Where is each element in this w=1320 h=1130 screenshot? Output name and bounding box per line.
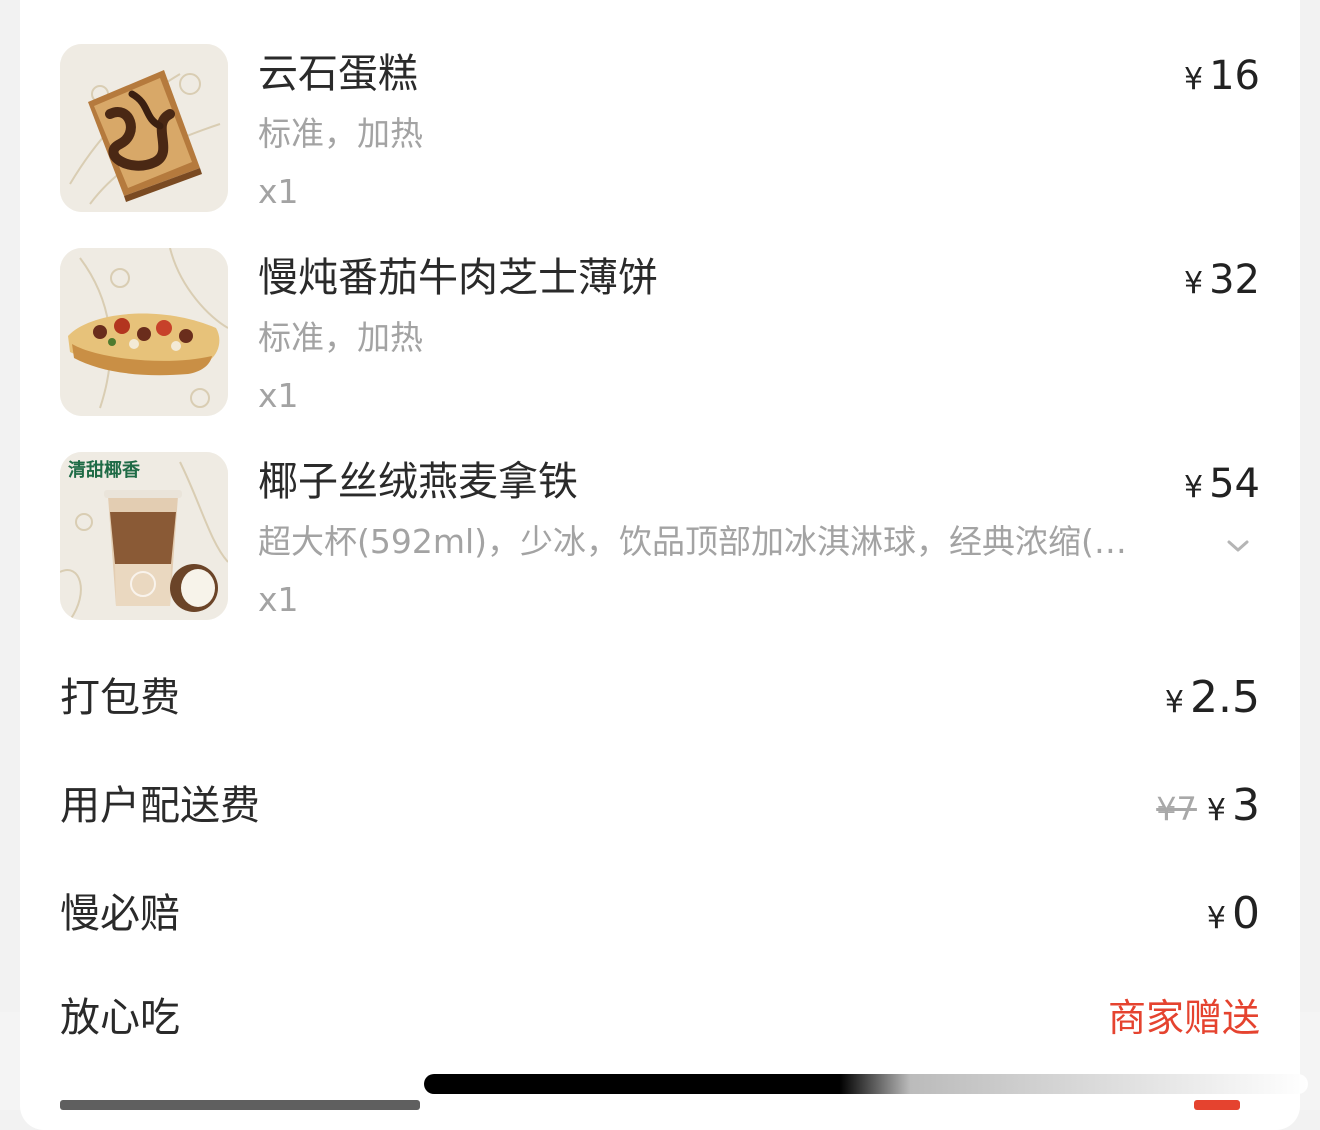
product-tag: 清甜椰香: [68, 459, 141, 481]
home-indicator[interactable]: [424, 1074, 1308, 1094]
chevron-down-icon[interactable]: [1224, 532, 1252, 560]
late-compensation-value: ¥0: [1207, 884, 1260, 949]
right-gutter: [1300, 1012, 1320, 1110]
price-value: 54: [1209, 461, 1260, 507]
item-spec: 标准，加热: [258, 318, 423, 357]
item-name: 椰子丝绒燕麦拿铁: [258, 459, 578, 505]
left-gutter: [0, 1012, 20, 1110]
item-spec: 超大杯(592ml)，少冰，饮品顶部加冰淇淋球，经典浓缩(…: [258, 522, 1127, 561]
packing-fee-amount: 2.5: [1190, 672, 1260, 723]
order-item[interactable]: 云石蛋糕 标准，加热 x1 ¥16: [60, 44, 1260, 214]
partial-row-value: [1194, 1100, 1240, 1110]
item-quantity: x1: [258, 376, 299, 415]
late-compensation-row: 慢必赔 ¥0: [60, 884, 1260, 944]
partially-visible-row: [60, 1100, 1260, 1112]
item-spec: 标准，加热: [258, 114, 423, 153]
item-name: 云石蛋糕: [258, 51, 418, 97]
currency-symbol: ¥: [1206, 901, 1226, 936]
item-price: ¥54: [1184, 456, 1260, 516]
late-compensation-amount: 0: [1232, 888, 1260, 939]
currency-symbol: ¥: [1184, 470, 1204, 505]
partial-row-text: [60, 1100, 420, 1110]
price-value: 16: [1209, 53, 1260, 99]
delivery-fee-amount: 3: [1232, 780, 1260, 831]
order-item[interactable]: 清甜椰香 椰子丝绒燕麦拿铁 超大杯(592ml)，少冰，饮品顶部加冰淇淋球，经典…: [60, 452, 1260, 622]
price-value: 32: [1209, 257, 1260, 303]
packing-fee-row: 打包费 ¥2.5: [60, 668, 1260, 728]
currency-symbol: ¥: [1184, 266, 1204, 301]
currency-symbol: ¥: [1164, 685, 1185, 720]
currency-symbol: ¥: [1184, 62, 1204, 97]
delivery-fee-label: 用户配送费: [60, 783, 260, 829]
bottom-safe-area: [0, 1012, 1320, 1110]
marble-cake-image: [60, 44, 228, 212]
delivery-fee-row: 用户配送费 ¥7 ¥3: [60, 776, 1260, 836]
item-quantity: x1: [258, 172, 299, 211]
item-quantity: x1: [258, 580, 299, 619]
item-name: 慢炖番茄牛肉芝士薄饼: [258, 255, 658, 301]
order-item[interactable]: 慢炖番茄牛肉芝士薄饼 标准，加热 x1 ¥32: [60, 248, 1260, 418]
packing-fee-value: ¥2.5: [1165, 668, 1260, 733]
original-delivery-fee: ¥7: [1156, 790, 1197, 828]
delivery-fee-value: ¥7 ¥3: [1156, 776, 1260, 841]
currency-symbol: ¥: [1206, 793, 1226, 828]
beef-flatbread-image: [60, 248, 228, 416]
coconut-latte-image: 清甜椰香: [60, 452, 228, 620]
item-price: ¥16: [1184, 48, 1260, 108]
item-price: ¥32: [1184, 252, 1260, 312]
packing-fee-label: 打包费: [60, 675, 180, 721]
late-compensation-label: 慢必赔: [60, 891, 180, 937]
